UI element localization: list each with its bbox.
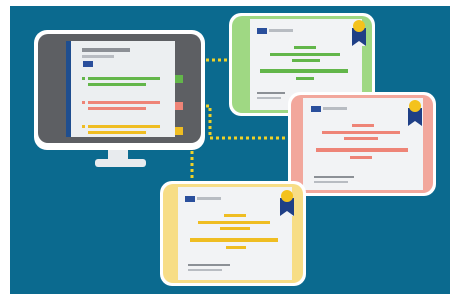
eu-flag-icon [257,28,267,34]
title-line [294,46,316,49]
medal [353,20,365,32]
award-ribbon-icon [408,100,422,126]
footer-line [188,269,222,271]
footer-line [314,181,348,183]
eu-flag-icon [311,106,321,112]
body-line [316,148,408,152]
award-ribbon-icon [280,190,294,216]
monitor-icon [34,30,205,167]
body-line [322,131,400,134]
title-line [224,214,246,217]
footer-line [257,92,285,94]
eu-flag-icon [185,196,195,202]
body-line [190,238,278,242]
yellow-row-dot [82,125,85,128]
header-line [269,29,293,32]
title-line [352,124,374,127]
sidebar [66,41,71,137]
yellow-row-bar-2 [88,131,146,134]
certificate-card-red [288,92,436,196]
eu-flag-icon [83,61,93,67]
red-row-dot [82,101,85,104]
body-line [344,137,378,140]
green-row-bar [88,77,160,80]
footer-line [257,97,281,99]
screen-subtitle-line [82,55,114,58]
header-line [197,197,221,200]
green-row-bar-2 [88,83,146,86]
body-line [260,69,348,73]
medal [281,190,293,202]
medal [409,100,421,112]
body-line [226,246,246,249]
award-ribbon-icon [352,20,366,46]
green-row-dot [82,77,85,80]
body-line [198,221,270,224]
body-line [270,53,340,56]
header-line [323,107,347,110]
footer-line [314,176,354,178]
card-paper [178,187,292,280]
yellow-row-bar [88,125,160,128]
footer-line [188,264,230,266]
connector-stub-yellow [175,127,183,135]
body-line [296,77,314,80]
connector-stub-red [175,102,183,110]
certificate-card-yellow [160,181,306,286]
red-row-bar [88,101,160,104]
illustration [10,6,450,294]
red-row-bar-2 [88,107,146,110]
connector-stub-green [175,75,183,83]
monitor-base [95,159,146,167]
screen-title-line [82,48,130,52]
body-line [220,227,250,230]
body-line [350,156,372,159]
body-line [292,59,320,62]
